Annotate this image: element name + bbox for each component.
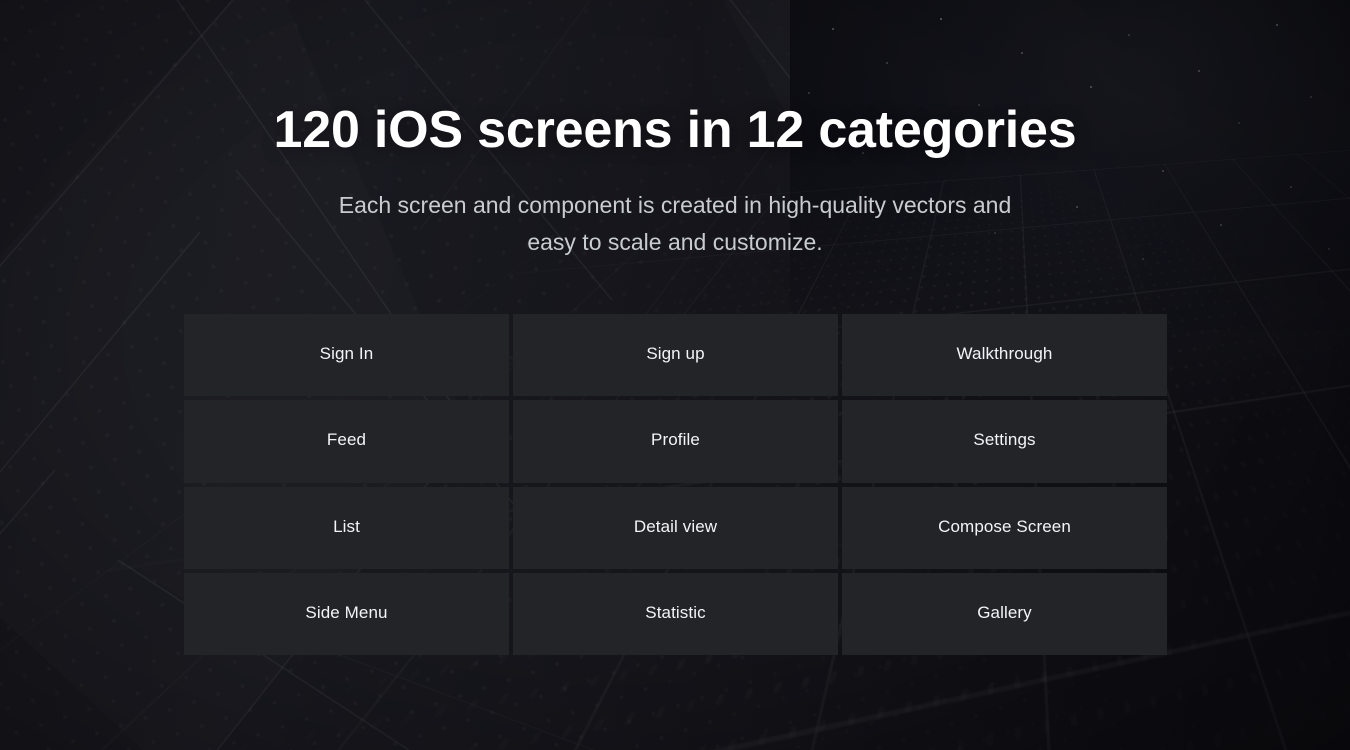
category-tile-settings[interactable]: Settings bbox=[842, 400, 1167, 483]
category-tile-sign-in[interactable]: Sign In bbox=[184, 314, 509, 397]
category-tile-feed[interactable]: Feed bbox=[184, 400, 509, 483]
hero-content: 120 iOS screens in 12 categories Each sc… bbox=[0, 0, 1350, 750]
hero-section: 120 iOS screens in 12 categories Each sc… bbox=[0, 0, 1350, 750]
page-title: 120 iOS screens in 12 categories bbox=[273, 101, 1077, 159]
category-grid: Sign In Sign up Walkthrough Feed Profile… bbox=[184, 314, 1167, 655]
category-tile-sign-up[interactable]: Sign up bbox=[513, 314, 838, 397]
subtitle-line-1: Each screen and component is created in … bbox=[338, 192, 1012, 218]
category-tile-statistic[interactable]: Statistic bbox=[513, 572, 838, 655]
page-subtitle: Each screen and component is created in … bbox=[290, 187, 1060, 261]
category-tile-gallery[interactable]: Gallery bbox=[842, 572, 1167, 655]
category-tile-side-menu[interactable]: Side Menu bbox=[184, 572, 509, 655]
category-tile-walkthrough[interactable]: Walkthrough bbox=[842, 314, 1167, 397]
category-tile-compose-screen[interactable]: Compose Screen bbox=[842, 486, 1167, 569]
category-tile-list[interactable]: List bbox=[184, 486, 509, 569]
subtitle-line-2: easy to scale and customize. bbox=[527, 229, 823, 255]
category-tile-detail-view[interactable]: Detail view bbox=[513, 486, 838, 569]
category-tile-profile[interactable]: Profile bbox=[513, 400, 838, 483]
